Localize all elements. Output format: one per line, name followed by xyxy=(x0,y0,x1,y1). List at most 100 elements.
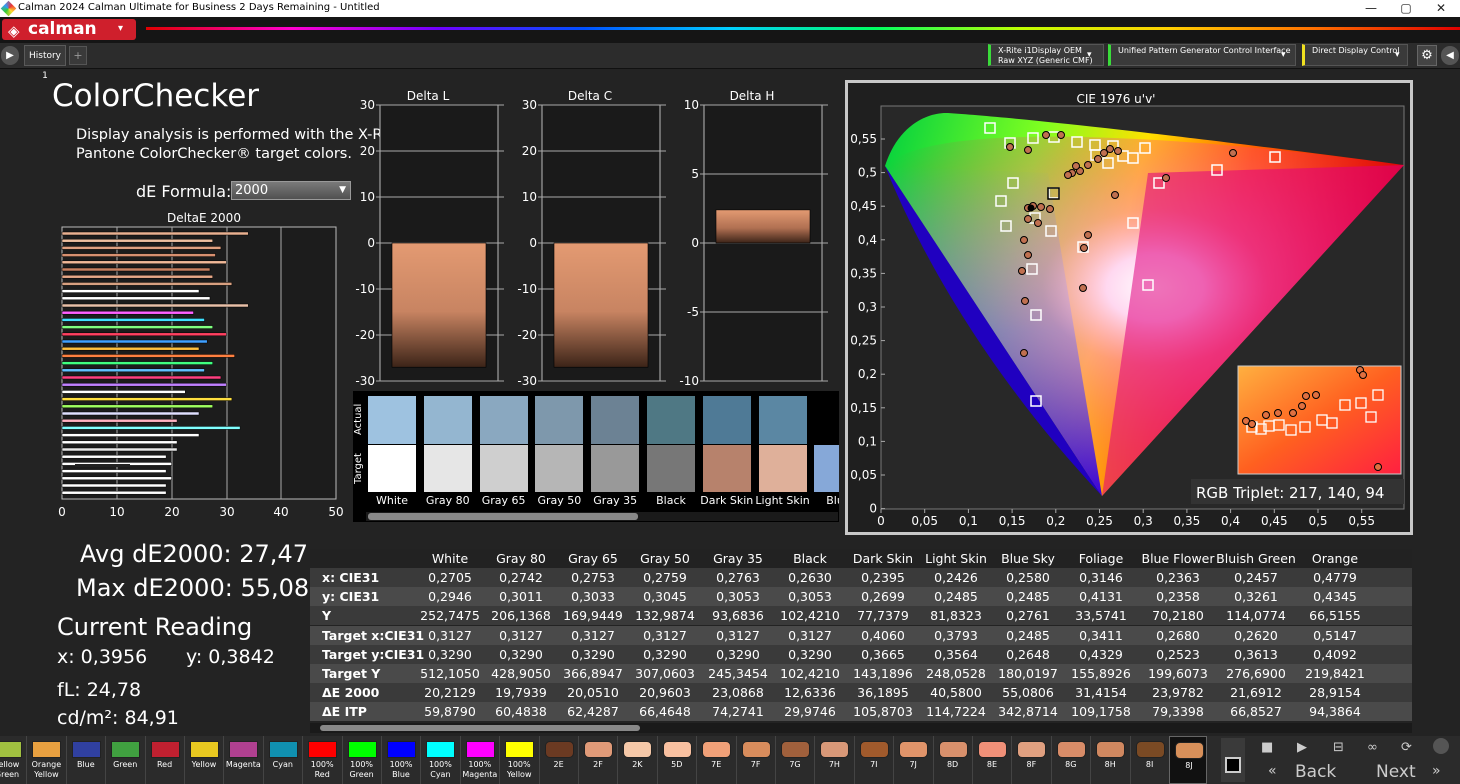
swatch-actual xyxy=(647,396,695,444)
patch-label: 7H xyxy=(828,760,840,769)
calman-menu-button[interactable]: ◈ calman ▾ xyxy=(2,19,136,40)
swatch-label: Light Skin xyxy=(755,494,810,507)
patch-button[interactable]: 100% Red xyxy=(302,736,340,784)
patch-button[interactable]: 100% Green xyxy=(341,736,380,784)
table-cell: 0,2759 xyxy=(643,570,687,585)
patch-button[interactable]: 8J xyxy=(1169,736,1207,784)
patch-button[interactable]: 8G xyxy=(1050,736,1089,784)
patch-button[interactable]: 7G xyxy=(775,736,813,784)
table-cell: 342,8714 xyxy=(998,704,1058,720)
table-scrollbar[interactable] xyxy=(310,723,1412,733)
patch-label: 8I xyxy=(1145,760,1154,769)
patch-label: Yellow xyxy=(191,760,217,769)
patch-button[interactable]: 2K xyxy=(617,736,655,784)
patch-button[interactable]: 2F xyxy=(578,736,616,784)
table-cell: 0,3011 xyxy=(499,589,543,605)
patch-button[interactable]: 7H xyxy=(814,736,852,784)
patch-button[interactable]: Red xyxy=(144,736,183,784)
axis-tick: 20 xyxy=(522,144,537,158)
device-display-control[interactable]: Direct Display Control xyxy=(1302,44,1408,66)
table-cell: 21,6912 xyxy=(1230,685,1282,701)
axis-tick: 0,05 xyxy=(911,514,938,528)
patch-button[interactable]: 100% Yellow xyxy=(499,736,537,784)
patch-button[interactable]: 7J xyxy=(893,736,931,784)
settings-circle-icon[interactable] xyxy=(1433,738,1449,754)
axis-tick: -30 xyxy=(517,374,537,388)
patch-button[interactable]: 8D xyxy=(932,736,971,784)
patch-button[interactable]: Yellow Green xyxy=(0,736,25,784)
column-header: Gray 80 xyxy=(496,551,546,566)
refresh-icon[interactable]: ⟳ xyxy=(1401,740,1412,755)
maximize-button[interactable]: ▢ xyxy=(1391,0,1421,17)
record-icon[interactable]: ⊟ xyxy=(1333,740,1344,755)
patch-button[interactable]: 100% Magenta xyxy=(459,736,498,784)
patch-label: 7F xyxy=(750,760,761,769)
patch-swatch xyxy=(347,741,377,758)
patch-label: 2K xyxy=(632,760,643,769)
table-cell: 81,8323 xyxy=(930,608,982,624)
play-icon[interactable]: ▶ xyxy=(1297,740,1307,755)
patch-button[interactable]: 5D xyxy=(656,736,695,784)
patch-button[interactable]: 100% Blue xyxy=(381,736,419,784)
patch-button[interactable]: 8I xyxy=(1129,736,1168,784)
patch-button[interactable]: 7I xyxy=(853,736,892,784)
table-cell: 0,4345 xyxy=(1313,589,1357,605)
table-cell: 428,9050 xyxy=(491,666,551,681)
axis-tick: 0,15 xyxy=(999,514,1026,528)
back-button[interactable]: « Back xyxy=(1262,762,1350,784)
table-cell: 114,7224 xyxy=(926,704,986,720)
collapse-right-icon[interactable]: ◀ xyxy=(1441,46,1459,65)
device-pattern-generator[interactable]: Unified Pattern Generator Control Interf… xyxy=(1108,44,1296,66)
patch-button[interactable]: 8F xyxy=(1011,736,1049,784)
row-label: x: CIE31 xyxy=(322,570,380,585)
tab-history-1[interactable]: History 1 xyxy=(24,45,66,81)
table-cell: 0,3290 xyxy=(571,646,615,662)
patch-button[interactable]: 2E xyxy=(538,736,577,784)
collapse-left-icon[interactable]: ▶ xyxy=(1,46,19,65)
scrollbar-thumb[interactable] xyxy=(368,513,638,520)
close-button[interactable]: ✕ xyxy=(1426,0,1456,17)
column-header: White xyxy=(431,551,469,566)
patch-button[interactable]: 8H xyxy=(1090,736,1128,784)
axis-tick: 40 xyxy=(273,505,288,519)
patch-label: Cyan xyxy=(272,760,293,769)
chevron-down-icon: ▼ xyxy=(339,185,346,195)
patch-button[interactable]: Magenta xyxy=(223,736,261,784)
stop-icon[interactable]: ■ xyxy=(1261,740,1273,755)
axis-tick: 0,15 xyxy=(850,401,877,415)
back-label: Back xyxy=(1295,762,1337,782)
patch-label: 100% Magenta xyxy=(462,760,498,779)
formula-select[interactable]: 2000 ▼ xyxy=(231,181,351,200)
patch-button[interactable]: 100% Cyan xyxy=(420,736,458,784)
swatch-actual xyxy=(758,396,807,444)
patch-button[interactable]: Yellow xyxy=(184,736,222,784)
swatch-label: White xyxy=(376,494,408,507)
minimize-button[interactable]: — xyxy=(1356,0,1386,17)
patch-label: 100% Cyan xyxy=(428,760,452,779)
add-tab-button[interactable]: + xyxy=(69,46,87,65)
table-cell: 0,2363 xyxy=(1156,570,1200,585)
table-cell: 0,3411 xyxy=(1079,627,1123,643)
patch-button[interactable]: Cyan xyxy=(262,736,301,784)
next-button[interactable]: Next » xyxy=(1366,762,1456,784)
axis-tick: 0 xyxy=(869,502,877,516)
table-cell: 0,2426 xyxy=(934,570,978,585)
loop-icon[interactable]: ∞ xyxy=(1367,740,1378,755)
patch-button[interactable]: 7F xyxy=(735,736,774,784)
stop-button[interactable] xyxy=(1221,738,1245,782)
patch-swatch xyxy=(426,741,456,758)
delta-bar xyxy=(391,242,487,368)
patch-button[interactable]: 7E xyxy=(696,736,734,784)
patch-button[interactable]: Orange Yellow xyxy=(26,736,64,784)
patch-button[interactable]: Blue xyxy=(65,736,104,784)
patch-button[interactable]: 8E xyxy=(972,736,1010,784)
gear-icon[interactable]: ⚙ xyxy=(1417,45,1437,66)
patch-swatch xyxy=(662,741,692,758)
scrollbar-thumb[interactable] xyxy=(320,725,640,731)
swatch-scrollbar[interactable] xyxy=(366,512,838,521)
swatch-target xyxy=(647,445,695,492)
axis-tick: 0,35 xyxy=(850,266,877,280)
logo-text: calman xyxy=(28,19,97,39)
patch-button[interactable]: Green xyxy=(105,736,143,784)
table-cell: 0,3053 xyxy=(716,589,760,605)
